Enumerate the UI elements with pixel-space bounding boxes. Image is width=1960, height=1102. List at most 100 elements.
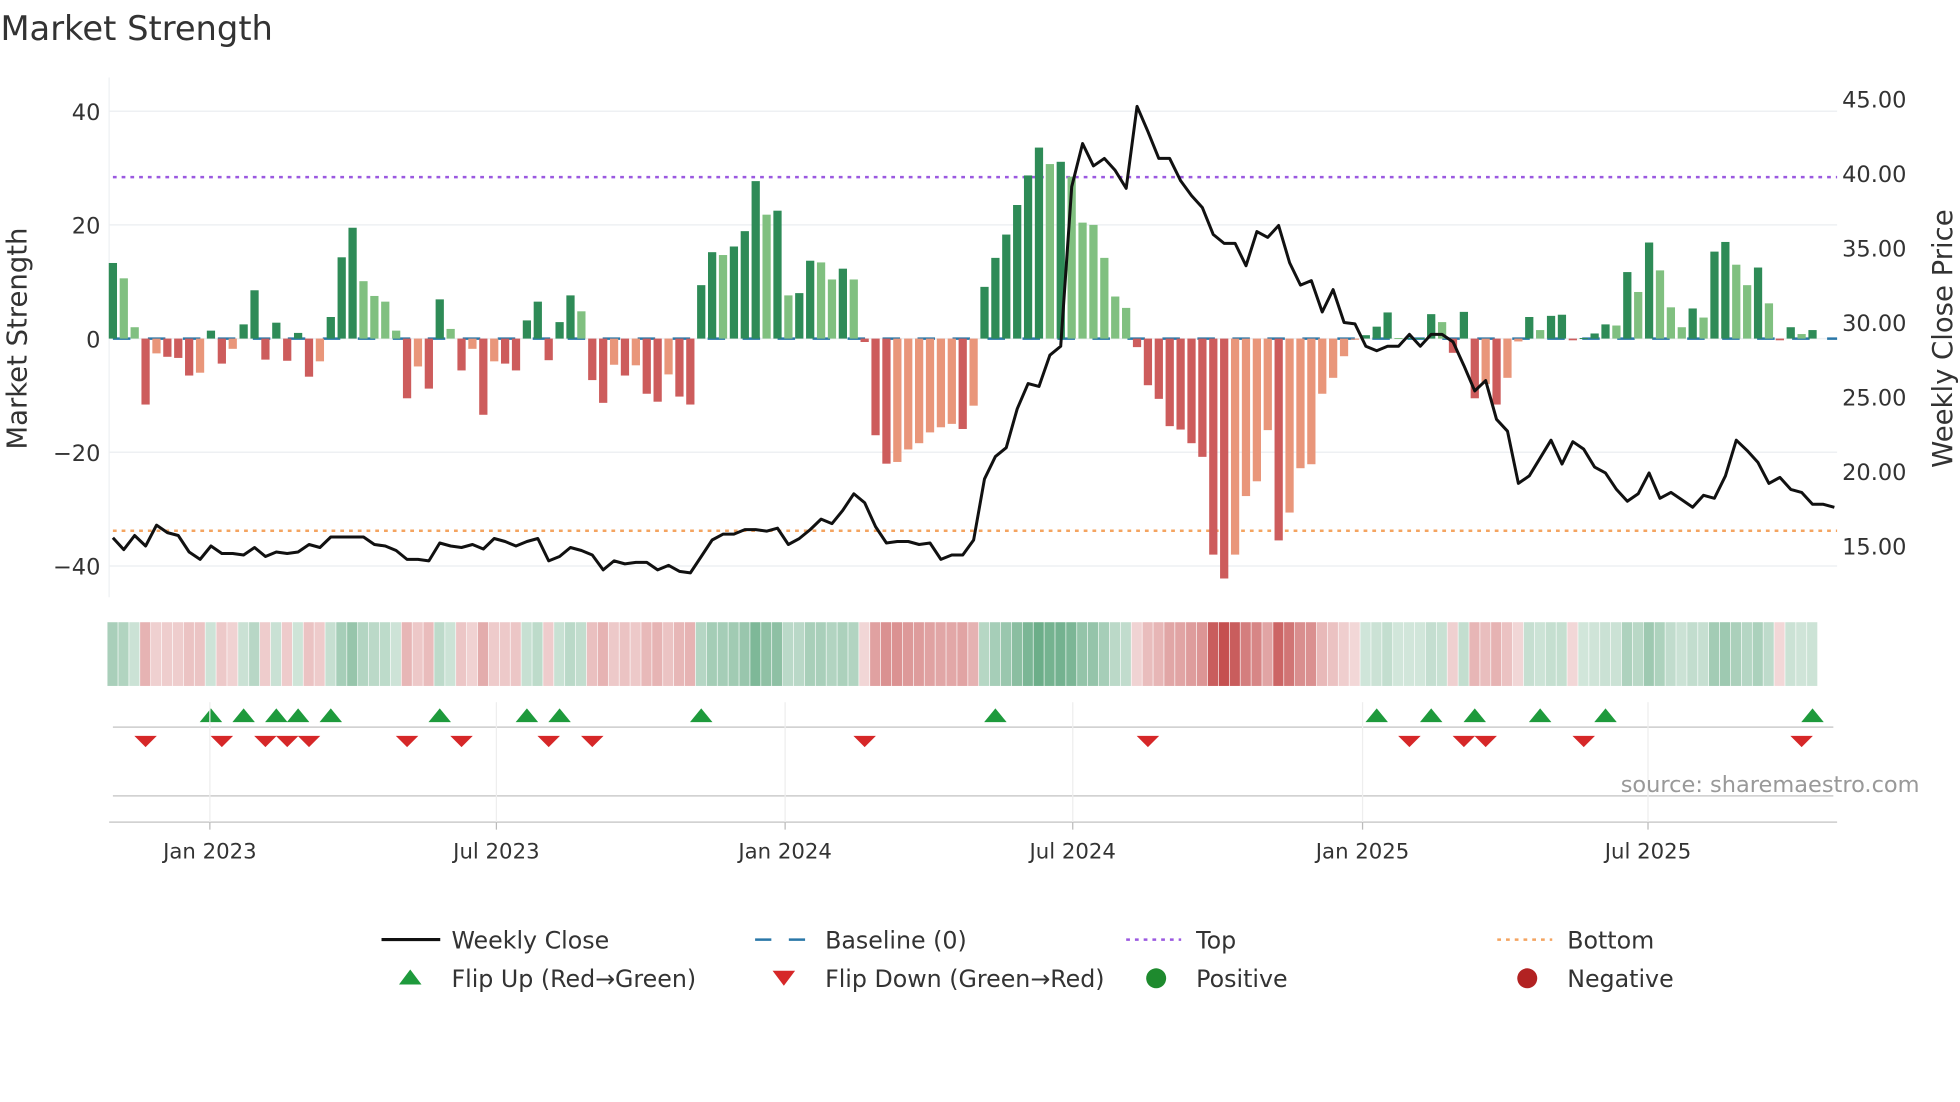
strength-bar (1263, 338, 1272, 431)
strength-bar (773, 210, 782, 339)
flip-up-marker (286, 708, 310, 723)
heatmap-cell (673, 622, 685, 686)
heatmap-cell (1632, 622, 1643, 686)
heatmap-cell (1120, 622, 1131, 686)
strength-bar (1536, 330, 1545, 339)
heatmap-cell (1327, 622, 1338, 686)
heatmap-cell (1469, 622, 1480, 686)
strength-bar (1666, 307, 1676, 339)
strength-bar (936, 338, 946, 428)
heatmap-cell (1665, 622, 1676, 686)
heatmap-cell (1382, 622, 1393, 686)
heatmap-cell (412, 622, 423, 686)
legend-label: Positive (1196, 965, 1287, 993)
heatmap-cell (238, 622, 249, 686)
left-axis: 40 20 0 −20 −40 (53, 100, 100, 581)
heatmap-cell (1600, 622, 1611, 686)
strength-bar (904, 338, 913, 450)
heatmap-cell (1273, 622, 1284, 686)
heatmap-cell (1621, 622, 1633, 686)
strength-bar (1764, 303, 1774, 339)
strength-bar (1034, 147, 1044, 339)
strength-bar (1612, 325, 1621, 339)
heatmap-cell (532, 622, 543, 686)
heatmap-cell (1284, 622, 1295, 686)
strength-bar (522, 320, 532, 339)
heatmap-cell (510, 622, 521, 686)
strength-bar (1209, 338, 1218, 555)
strength-bar (1383, 312, 1392, 339)
strength-bar (152, 338, 161, 354)
heatmap-cell (1305, 622, 1317, 686)
heatmap-cell (172, 622, 184, 686)
strength-bar (435, 299, 444, 339)
strength-bar (1416, 338, 1425, 340)
flip-down-marker (537, 735, 560, 748)
heatmap-cell (1000, 622, 1012, 686)
heatmap-cell (1480, 622, 1491, 686)
heatmap-cell (249, 622, 260, 686)
legend-label: Bottom (1567, 926, 1654, 954)
strength-bar (642, 338, 651, 394)
strength-bar (653, 338, 662, 402)
heatmap-cell (1403, 622, 1415, 686)
flip-down-marker (134, 735, 157, 748)
heatmap-cell (761, 622, 772, 686)
heatmap-cell (630, 622, 641, 686)
heatmap-cell (782, 622, 794, 686)
chart-title: Market Strength (0, 9, 272, 48)
strength-bar (315, 338, 325, 362)
heatmap-cell (129, 622, 140, 686)
strength-bar (174, 338, 183, 358)
heatmap-cell (194, 622, 205, 686)
heatmap-cell (1709, 622, 1720, 686)
legend-triangle-up-icon (399, 969, 422, 985)
heatmap-cell (772, 622, 783, 686)
heatmap-cell (1186, 622, 1197, 686)
strength-bar (1154, 338, 1163, 399)
strength-bar (893, 338, 902, 462)
strength-bar (402, 338, 412, 399)
strength-bar (1198, 338, 1207, 457)
strength-bar (1677, 327, 1686, 339)
strength-bar (1350, 338, 1360, 340)
strength-bar (947, 338, 956, 424)
heatmap-cell (1610, 622, 1622, 686)
heatmap-cell (859, 622, 870, 686)
strength-bar (1013, 205, 1022, 339)
strength-bar (1699, 317, 1708, 339)
heatmap-cell (1676, 622, 1687, 686)
strength-bar (1329, 338, 1338, 378)
heatmap-cell (1175, 622, 1186, 686)
strength-bar (784, 295, 793, 339)
flip-down-marker (275, 735, 299, 748)
heatmap-cell (1077, 622, 1088, 686)
strength-bar (511, 338, 521, 371)
strength-bar (1318, 338, 1327, 394)
heatmap-cell (390, 622, 401, 686)
y2-tick-label: 30.00 (1842, 311, 1906, 337)
strength-bar (413, 338, 423, 367)
heatmap-cell (826, 622, 837, 686)
heatmap-cell (259, 622, 271, 686)
heatmap-cell (1763, 622, 1774, 686)
strength-bar (1546, 315, 1556, 339)
flip-up-marker (984, 708, 1007, 723)
strength-bar (555, 322, 564, 339)
flip-up-marker (1594, 708, 1617, 723)
strength-bar (141, 338, 150, 405)
strength-bar (925, 338, 935, 433)
heatmap-cell (1436, 622, 1447, 686)
legend: Weekly Close Baseline (0) Top Bottom Flip Up… (381, 926, 1674, 993)
strength-bar (348, 227, 357, 339)
strength-bar (915, 338, 924, 444)
strength-bar (1514, 338, 1523, 342)
strength-bar (1220, 338, 1229, 579)
strength-bar (1274, 338, 1283, 541)
strength-bar (206, 330, 216, 339)
strength-heatmap-strip (107, 622, 1818, 686)
x-tick-label: Jan 2024 (736, 839, 832, 864)
flip-down-marker (297, 735, 321, 748)
heatmap-cell (466, 622, 478, 686)
strength-bar (185, 338, 194, 376)
